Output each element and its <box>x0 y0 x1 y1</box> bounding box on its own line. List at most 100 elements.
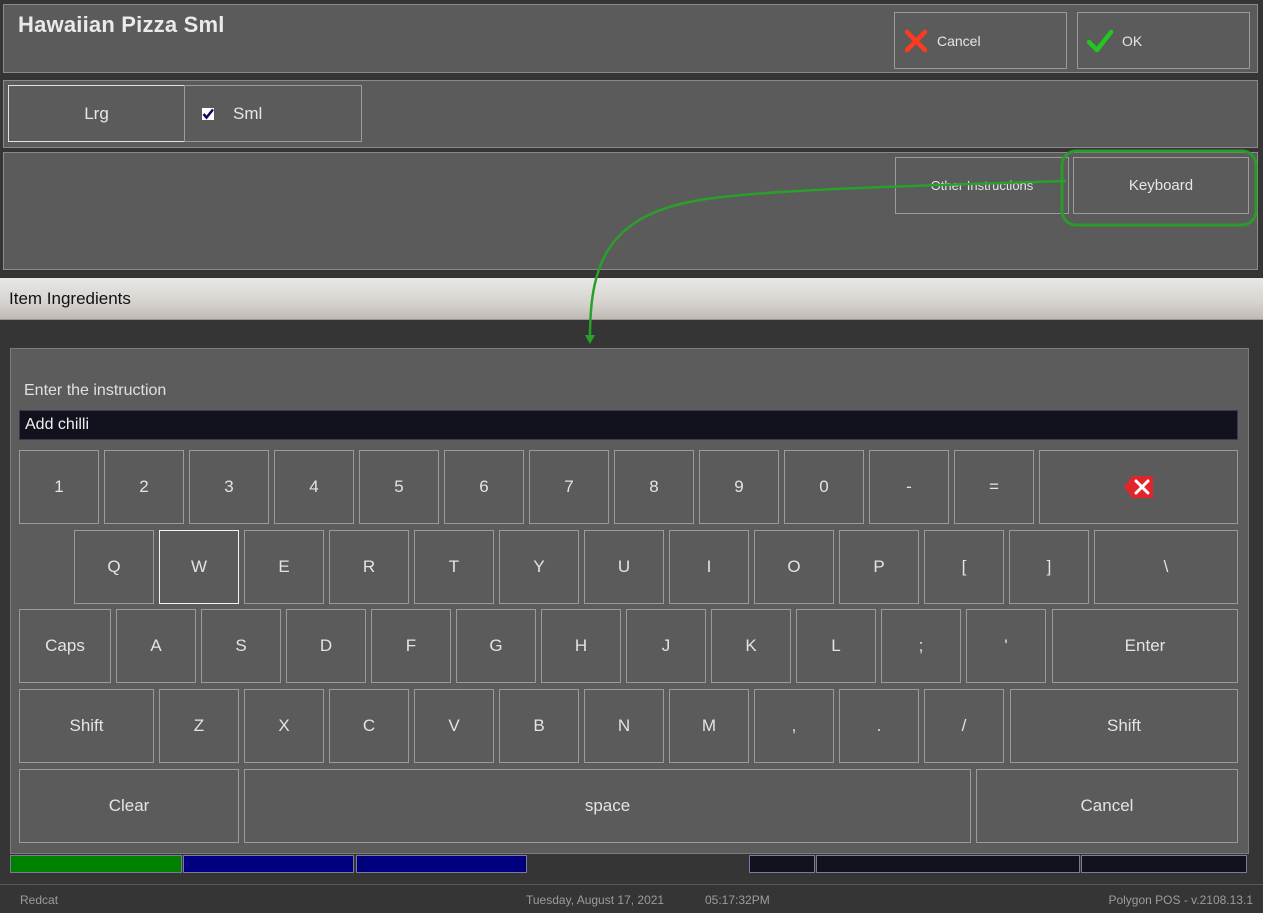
key-caps[interactable]: Caps <box>19 609 111 683</box>
key-l[interactable]: L <box>796 609 876 683</box>
key-label: 2 <box>139 477 149 496</box>
key-4[interactable]: 4 <box>274 450 354 524</box>
key-label: space <box>584 796 631 815</box>
key-d[interactable]: D <box>286 609 366 683</box>
key-backspace[interactable] <box>1039 450 1238 524</box>
other-instructions-button[interactable]: Other Instructions <box>895 157 1069 214</box>
cancel-x-icon <box>904 29 928 52</box>
key-label: Z <box>193 716 205 735</box>
key-clear[interactable]: Clear <box>19 769 239 843</box>
key-5[interactable]: 5 <box>359 450 439 524</box>
key-cancel[interactable]: Cancel <box>976 769 1238 843</box>
key-i[interactable]: I <box>669 530 749 604</box>
key-1[interactable]: 1 <box>19 450 99 524</box>
size-lrg-button[interactable]: Lrg <box>8 85 185 142</box>
status-time: 05:17:32PM <box>705 893 770 907</box>
key-semicolon[interactable]: ; <box>881 609 961 683</box>
key-b[interactable]: B <box>499 689 579 763</box>
size-lrg-label: Lrg <box>84 103 109 123</box>
key-period[interactable]: . <box>839 689 919 763</box>
key-label: 4 <box>309 477 319 496</box>
key-w[interactable]: W <box>159 530 239 604</box>
ok-button[interactable]: OK <box>1077 12 1250 69</box>
key-p[interactable]: P <box>839 530 919 604</box>
key-label: ' <box>1004 636 1008 655</box>
size-sml-button[interactable]: Sml <box>184 85 362 142</box>
key-label: 7 <box>564 477 574 496</box>
key-label: K <box>745 636 757 655</box>
key-label: U <box>617 557 631 576</box>
strip-segment <box>527 855 748 873</box>
strip-segment <box>749 855 815 873</box>
key-h[interactable]: H <box>541 609 621 683</box>
key-label: H <box>574 636 588 655</box>
key-label: Cancel <box>1080 796 1134 815</box>
key-label: B <box>533 716 545 735</box>
key-left-bracket[interactable]: [ <box>924 530 1004 604</box>
key-y[interactable]: Y <box>499 530 579 604</box>
key-7[interactable]: 7 <box>529 450 609 524</box>
key-label: \ <box>1163 557 1169 576</box>
key-backslash[interactable]: \ <box>1094 530 1238 604</box>
key-m[interactable]: M <box>669 689 749 763</box>
status-date: Tuesday, August 17, 2021 <box>526 893 665 907</box>
key-q[interactable]: Q <box>74 530 154 604</box>
key-z[interactable]: Z <box>159 689 239 763</box>
key-equals[interactable]: = <box>954 450 1034 524</box>
key-r[interactable]: R <box>329 530 409 604</box>
key-right-bracket[interactable]: ] <box>1009 530 1089 604</box>
key-label: ; <box>918 636 924 655</box>
key-space[interactable]: space <box>244 769 971 843</box>
key-3[interactable]: 3 <box>189 450 269 524</box>
key-0[interactable]: 0 <box>784 450 864 524</box>
item-title: Hawaiian Pizza Sml <box>18 12 225 37</box>
keyboard-button[interactable]: Keyboard <box>1073 157 1249 214</box>
key-label: Shift <box>69 716 104 735</box>
key-label: L <box>831 636 841 655</box>
strip-segment <box>10 855 182 873</box>
key-s[interactable]: S <box>201 609 281 683</box>
key-9[interactable]: 9 <box>699 450 779 524</box>
key-label: T <box>448 557 460 576</box>
key-e[interactable]: E <box>244 530 324 604</box>
key-label: N <box>617 716 631 735</box>
key-label: O <box>787 557 801 576</box>
key-o[interactable]: O <box>754 530 834 604</box>
key-comma[interactable]: , <box>754 689 834 763</box>
strip-segment <box>1081 855 1247 873</box>
instruction-input[interactable] <box>19 410 1238 440</box>
key-quote[interactable]: ' <box>966 609 1046 683</box>
key-enter[interactable]: Enter <box>1052 609 1238 683</box>
key-u[interactable]: U <box>584 530 664 604</box>
key-minus[interactable]: - <box>869 450 949 524</box>
key-label: 0 <box>819 477 829 496</box>
key-n[interactable]: N <box>584 689 664 763</box>
key-slash[interactable]: / <box>924 689 1004 763</box>
checkmark-icon <box>1086 29 1114 52</box>
key-shift-left[interactable]: Shift <box>19 689 154 763</box>
checkbox-checked-icon[interactable] <box>202 107 214 120</box>
item-ingredients-title: Item Ingredients <box>9 289 131 308</box>
instructions-panel <box>3 152 1258 270</box>
key-x[interactable]: X <box>244 689 324 763</box>
key-label: P <box>873 557 885 576</box>
instruction-prompt: Enter the instruction <box>24 382 167 399</box>
key-label: W <box>190 557 208 576</box>
key-8[interactable]: 8 <box>614 450 694 524</box>
status-company: Redcat <box>20 893 59 907</box>
key-f[interactable]: F <box>371 609 451 683</box>
key-shift-right[interactable]: Shift <box>1010 689 1238 763</box>
key-j[interactable]: J <box>626 609 706 683</box>
key-label: Q <box>107 557 121 576</box>
key-a[interactable]: A <box>116 609 196 683</box>
key-k[interactable]: K <box>711 609 791 683</box>
key-c[interactable]: C <box>329 689 409 763</box>
key-t[interactable]: T <box>414 530 494 604</box>
key-6[interactable]: 6 <box>444 450 524 524</box>
key-2[interactable]: 2 <box>104 450 184 524</box>
key-v[interactable]: V <box>414 689 494 763</box>
key-label: 5 <box>394 477 404 496</box>
key-g[interactable]: G <box>456 609 536 683</box>
cancel-button[interactable]: Cancel <box>894 12 1067 69</box>
key-label: 8 <box>649 477 659 496</box>
